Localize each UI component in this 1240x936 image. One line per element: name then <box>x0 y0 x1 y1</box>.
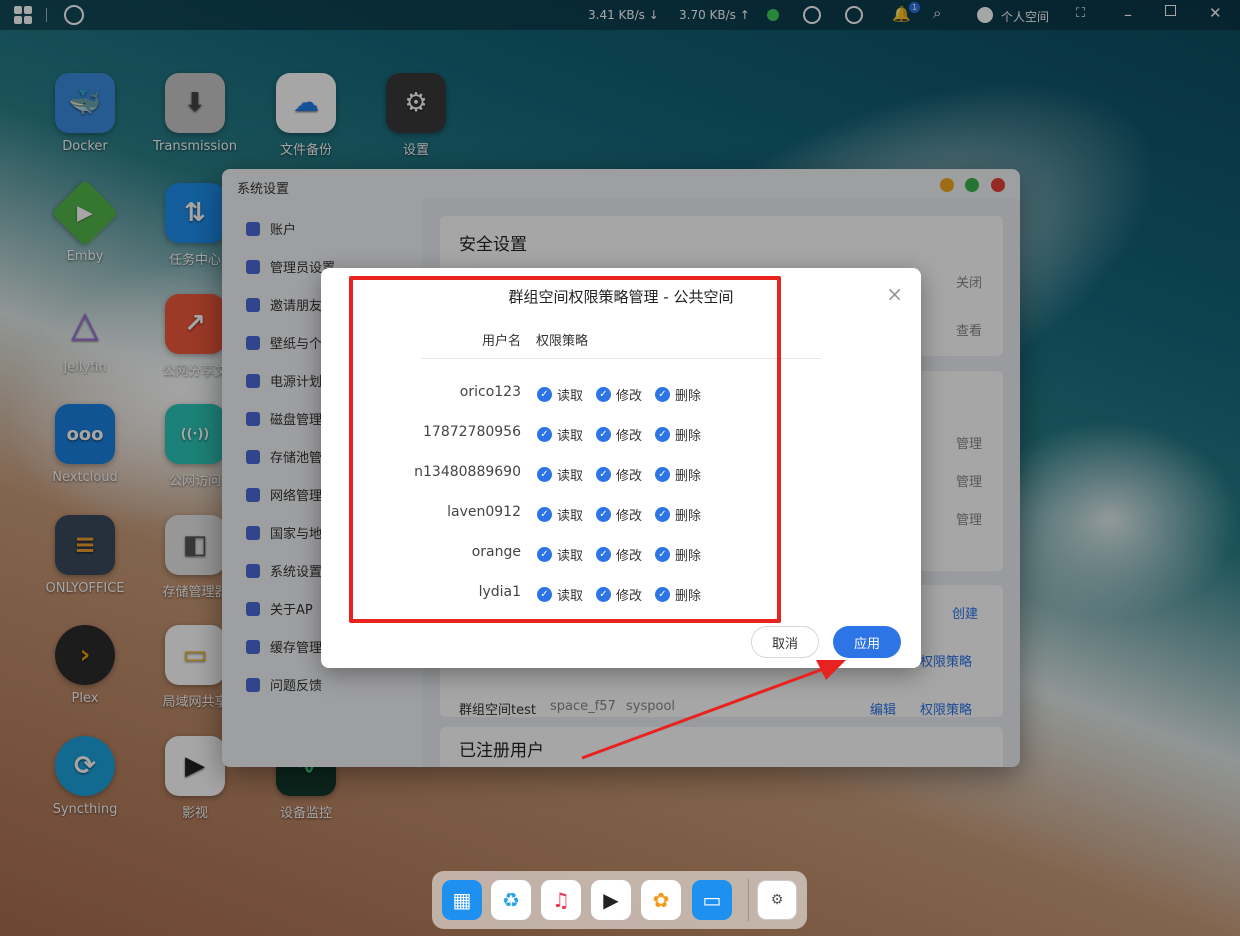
video-icon[interactable]: ▶ <box>591 880 631 920</box>
checkbox-label: 删除 <box>675 429 702 444</box>
checkbox-label: 修改 <box>616 469 643 484</box>
checkbox-label: 读取 <box>557 589 584 604</box>
read-checkbox[interactable]: ✓ 读取 <box>537 505 583 524</box>
check-icon: ✓ <box>537 467 552 482</box>
check-icon: ✓ <box>655 547 670 562</box>
checkbox-label: 读取 <box>557 389 584 404</box>
permission-dialog: 群组空间权限策略管理 - 公共空间 × 用户名 权限策略 orico123 ✓ 读… <box>321 268 921 668</box>
username: orange <box>471 544 521 560</box>
column-header-policy: 权限策略 <box>536 334 589 349</box>
check-icon: ✓ <box>596 427 611 442</box>
table-row: 17872780956 ✓ 读取 ✓ 修改 ✓ 删除 <box>321 421 921 445</box>
check-icon: ✓ <box>655 427 670 442</box>
check-icon: ✓ <box>596 587 611 602</box>
checkbox-label: 读取 <box>557 549 584 564</box>
close-icon[interactable]: × <box>886 282 903 306</box>
checkbox-label: 修改 <box>616 509 643 524</box>
checkbox-label: 修改 <box>616 549 643 564</box>
check-icon: ✓ <box>655 387 670 402</box>
delete-checkbox[interactable]: ✓ 删除 <box>655 585 701 604</box>
settings-window-thumb-icon[interactable]: ⚙ <box>757 880 797 920</box>
check-icon: ✓ <box>655 507 670 522</box>
table-row: n13480889690 ✓ 读取 ✓ 修改 ✓ 删除 <box>321 461 921 485</box>
username: 17872780956 <box>423 424 521 440</box>
modify-checkbox[interactable]: ✓ 修改 <box>596 465 642 484</box>
read-checkbox[interactable]: ✓ 读取 <box>537 585 583 604</box>
apply-button[interactable]: 应用 <box>833 626 901 658</box>
modify-checkbox[interactable]: ✓ 修改 <box>596 425 642 444</box>
table-row: orange ✓ 读取 ✓ 修改 ✓ 删除 <box>321 541 921 565</box>
read-checkbox[interactable]: ✓ 读取 <box>537 545 583 564</box>
check-icon: ✓ <box>596 507 611 522</box>
check-icon: ✓ <box>537 507 552 522</box>
table-row: lydia1 ✓ 读取 ✓ 修改 ✓ 删除 <box>321 581 921 605</box>
modify-checkbox[interactable]: ✓ 修改 <box>596 545 642 564</box>
checkbox-label: 删除 <box>675 589 702 604</box>
column-header-user: 用户名 <box>481 334 521 349</box>
checkbox-label: 修改 <box>616 389 643 404</box>
username: orico123 <box>459 384 521 400</box>
check-icon: ✓ <box>537 547 552 562</box>
check-icon: ✓ <box>655 467 670 482</box>
modify-checkbox[interactable]: ✓ 修改 <box>596 385 642 404</box>
check-icon: ✓ <box>596 387 611 402</box>
recycle-bin-icon[interactable]: ♻ <box>491 880 531 920</box>
cancel-button[interactable]: 取消 <box>751 626 819 658</box>
read-checkbox[interactable]: ✓ 读取 <box>537 425 583 444</box>
photos-icon[interactable]: ✿ <box>641 880 681 920</box>
music-icon[interactable]: ♫ <box>541 880 581 920</box>
launcher-icon[interactable]: ▦ <box>442 880 482 920</box>
username: laven0912 <box>447 504 521 520</box>
check-icon: ✓ <box>537 387 552 402</box>
read-checkbox[interactable]: ✓ 读取 <box>537 385 583 404</box>
modify-checkbox[interactable]: ✓ 修改 <box>596 505 642 524</box>
read-checkbox[interactable]: ✓ 读取 <box>537 465 583 484</box>
checkbox-label: 修改 <box>616 589 643 604</box>
check-icon: ✓ <box>596 467 611 482</box>
delete-checkbox[interactable]: ✓ 删除 <box>655 545 701 564</box>
checkbox-label: 删除 <box>675 549 702 564</box>
checkbox-label: 删除 <box>675 389 702 404</box>
dock: ▦ ♻ ♫ ▶ ✿ ▭ ⚙ <box>432 871 807 929</box>
checkbox-label: 读取 <box>557 509 584 524</box>
username: n13480889690 <box>414 464 521 480</box>
check-icon: ✓ <box>537 427 552 442</box>
checkbox-label: 读取 <box>557 469 584 484</box>
table-row: laven0912 ✓ 读取 ✓ 修改 ✓ 删除 <box>321 501 921 525</box>
check-icon: ✓ <box>596 547 611 562</box>
delete-checkbox[interactable]: ✓ 删除 <box>655 385 701 404</box>
dialog-title: 群组空间权限策略管理 - 公共空间 <box>508 288 734 306</box>
delete-checkbox[interactable]: ✓ 删除 <box>655 505 701 524</box>
checkbox-label: 删除 <box>675 509 702 524</box>
username: lydia1 <box>478 584 521 600</box>
divider <box>748 879 749 921</box>
delete-checkbox[interactable]: ✓ 删除 <box>655 425 701 444</box>
table-row: orico123 ✓ 读取 ✓ 修改 ✓ 删除 <box>321 381 921 405</box>
delete-checkbox[interactable]: ✓ 删除 <box>655 465 701 484</box>
modify-checkbox[interactable]: ✓ 修改 <box>596 585 642 604</box>
checkbox-label: 读取 <box>557 429 584 444</box>
divider <box>421 358 821 359</box>
check-icon: ✓ <box>655 587 670 602</box>
checkbox-label: 修改 <box>616 429 643 444</box>
check-icon: ✓ <box>537 587 552 602</box>
folder-icon[interactable]: ▭ <box>692 880 732 920</box>
checkbox-label: 删除 <box>675 469 702 484</box>
